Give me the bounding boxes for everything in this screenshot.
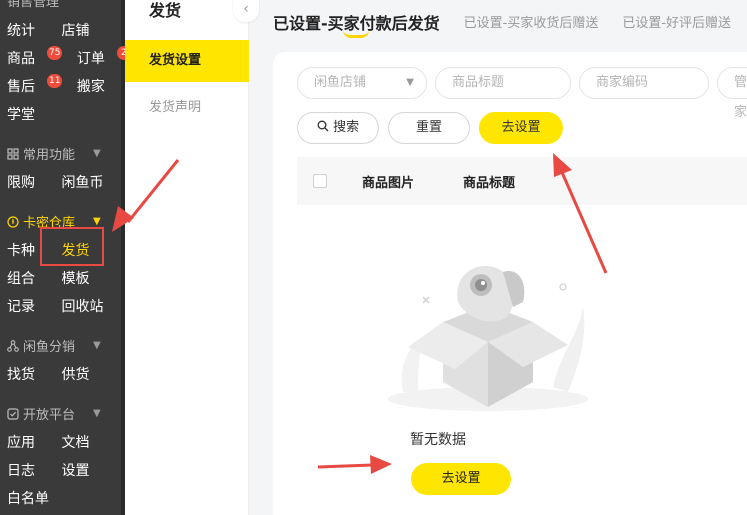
- shop-select-placeholder: 闲鱼店铺: [314, 75, 367, 90]
- sidebar-group-open-label: 开放平台: [23, 408, 76, 423]
- grid-icon: [7, 147, 19, 160]
- sidebar-item-docs[interactable]: 文档: [61, 432, 89, 452]
- tab-active-indicator: [343, 30, 369, 38]
- chevron-left-icon: ‹: [243, 1, 249, 17]
- tab-after-payment[interactable]: 已设置-买家付款后发货: [273, 10, 440, 38]
- sidebar-row-open-3: 白名单: [7, 488, 49, 508]
- search-button-label: 搜索: [333, 120, 360, 135]
- sidebar-item-limit[interactable]: 限购: [7, 172, 35, 192]
- submenu-item-delivery-settings[interactable]: 发货设置: [125, 40, 249, 82]
- sidebar-item-template[interactable]: 模板: [61, 268, 89, 288]
- sidebar-group-common-label: 常用功能: [23, 148, 76, 163]
- tab-after-review[interactable]: 已设置-好评后赠送: [622, 10, 731, 34]
- sidebar-row-card-3: 记录 回收站: [7, 296, 103, 316]
- content-card: 闲鱼店铺 ▼ 商品标题 商家编码 管家 搜索 重置 去设置 商品图片 商品标题 …: [273, 52, 747, 515]
- delivery-tabs: 已设置-买家付款后发货 已设置-买家收货后赠送 已设置-好评后赠送: [273, 10, 731, 38]
- sidebar-item-orders-label: 订单: [76, 51, 105, 67]
- aftersale-count-badge: 11: [47, 74, 63, 88]
- sidebar-item-aftersale[interactable]: 售后 11: [7, 74, 63, 96]
- sidebar-item-aftersale-label: 售后: [7, 79, 35, 95]
- lock-icon: [7, 215, 19, 228]
- share-icon: [7, 339, 19, 352]
- goods-count-badge: 75: [47, 46, 63, 60]
- sidebar-item-whitelist[interactable]: 白名单: [7, 488, 49, 508]
- sidebar-row-2: 商品 75 订单 2: [7, 46, 131, 68]
- highlight-box-delivery: [40, 227, 104, 266]
- sidebar-item-combo[interactable]: 组合: [7, 268, 35, 288]
- chevron-down-icon: ▼: [93, 216, 101, 227]
- sidebar-item-find[interactable]: 找货: [7, 364, 35, 384]
- sidebar-group-dist[interactable]: 闲鱼分销 ▼: [7, 336, 101, 355]
- sidebar-row-3: 售后 11 搬家: [7, 74, 105, 96]
- manager-input[interactable]: 管家: [717, 67, 747, 120]
- sidebar-item-apps[interactable]: 应用: [7, 432, 35, 452]
- sidebar-item-shop[interactable]: 店铺: [61, 20, 89, 40]
- chevron-down-icon: ▼: [93, 408, 101, 419]
- sidebar-row-card-2: 组合 模板: [7, 268, 89, 288]
- sidebar-group-common[interactable]: 常用功能 ▼: [7, 144, 101, 163]
- code-input[interactable]: 商家编码: [579, 67, 709, 99]
- table-header: 商品图片 商品标题: [297, 157, 747, 205]
- sidebar-group-sales[interactable]: 销售管理: [7, 0, 59, 10]
- delivery-submenu: 发货 发货设置 发货声明: [125, 0, 249, 515]
- sidebar-item-settings[interactable]: 设置: [61, 460, 89, 480]
- sidebar-row-dist: 找货 供货: [7, 364, 89, 384]
- sidebar-item-move[interactable]: 搬家: [77, 76, 105, 96]
- sidebar-item-coin[interactable]: 闲鱼币: [61, 172, 103, 192]
- submenu-title: 发货: [149, 1, 182, 20]
- tab-after-receipt[interactable]: 已设置-买家收货后赠送: [464, 10, 599, 34]
- main-content: 已设置-买家付款后发货 已设置-买家收货后赠送 已设置-好评后赠送 闲鱼店铺 ▼…: [249, 0, 747, 515]
- reset-button[interactable]: 重置: [388, 112, 470, 144]
- select-all-checkbox[interactable]: [313, 174, 327, 188]
- shop-select[interactable]: 闲鱼店铺 ▼: [297, 67, 427, 99]
- submenu-item-delivery-statement[interactable]: 发货声明: [125, 87, 249, 129]
- chevron-down-icon: ▼: [93, 340, 101, 351]
- action-bar: 搜索 重置 去设置: [297, 112, 563, 144]
- sidebar-item-orders[interactable]: 订单 2: [76, 46, 131, 68]
- column-header-title: 商品标题: [463, 176, 516, 191]
- search-icon: [317, 120, 329, 132]
- setup-button[interactable]: 去设置: [479, 112, 563, 144]
- sidebar-item-goods-label: 商品: [7, 51, 35, 67]
- chevron-down-icon: ▼: [406, 77, 414, 88]
- sidebar-row-4: 学堂: [7, 104, 35, 124]
- sidebar-row-open-1: 应用 文档: [7, 432, 89, 452]
- sidebar-row-common: 限购 闲鱼币: [7, 172, 103, 192]
- sidebar-group-open[interactable]: 开放平台 ▼: [7, 404, 101, 423]
- sidebar-item-card-type[interactable]: 卡种: [7, 240, 35, 260]
- check-square-icon: [7, 407, 19, 420]
- manager-input-placeholder: 管家: [734, 75, 747, 120]
- sidebar-item-stats[interactable]: 统计: [7, 20, 35, 40]
- sidebar-item-recycle[interactable]: 回收站: [61, 296, 103, 316]
- sidebar-item-logs[interactable]: 日志: [7, 460, 35, 480]
- title-input-placeholder: 商品标题: [452, 75, 505, 90]
- sidebar-item-records[interactable]: 记录: [7, 296, 35, 316]
- sidebar-group-sales-label: 销售管理: [7, 0, 60, 10]
- code-input-placeholder: 商家编码: [596, 75, 649, 90]
- sidebar-item-school[interactable]: 学堂: [7, 104, 35, 124]
- empty-box-illustration: [388, 266, 588, 411]
- chevron-down-icon: ▼: [93, 148, 101, 159]
- sidebar-row-open-2: 日志 设置: [7, 460, 89, 480]
- sidebar-row-1: 统计 店铺: [7, 20, 89, 40]
- title-input[interactable]: 商品标题: [435, 67, 571, 99]
- sidebar-group-dist-label: 闲鱼分销: [23, 340, 76, 355]
- sidebar-item-goods[interactable]: 商品 75: [7, 46, 63, 68]
- empty-setup-button[interactable]: 去设置: [411, 463, 511, 495]
- search-button[interactable]: 搜索: [297, 112, 379, 144]
- empty-state-text: 暂无数据: [410, 432, 466, 448]
- sidebar-item-supply[interactable]: 供货: [61, 364, 89, 384]
- filter-bar: 闲鱼店铺 ▼ 商品标题 商家编码 管家: [297, 67, 747, 120]
- column-header-image: 商品图片: [362, 176, 415, 191]
